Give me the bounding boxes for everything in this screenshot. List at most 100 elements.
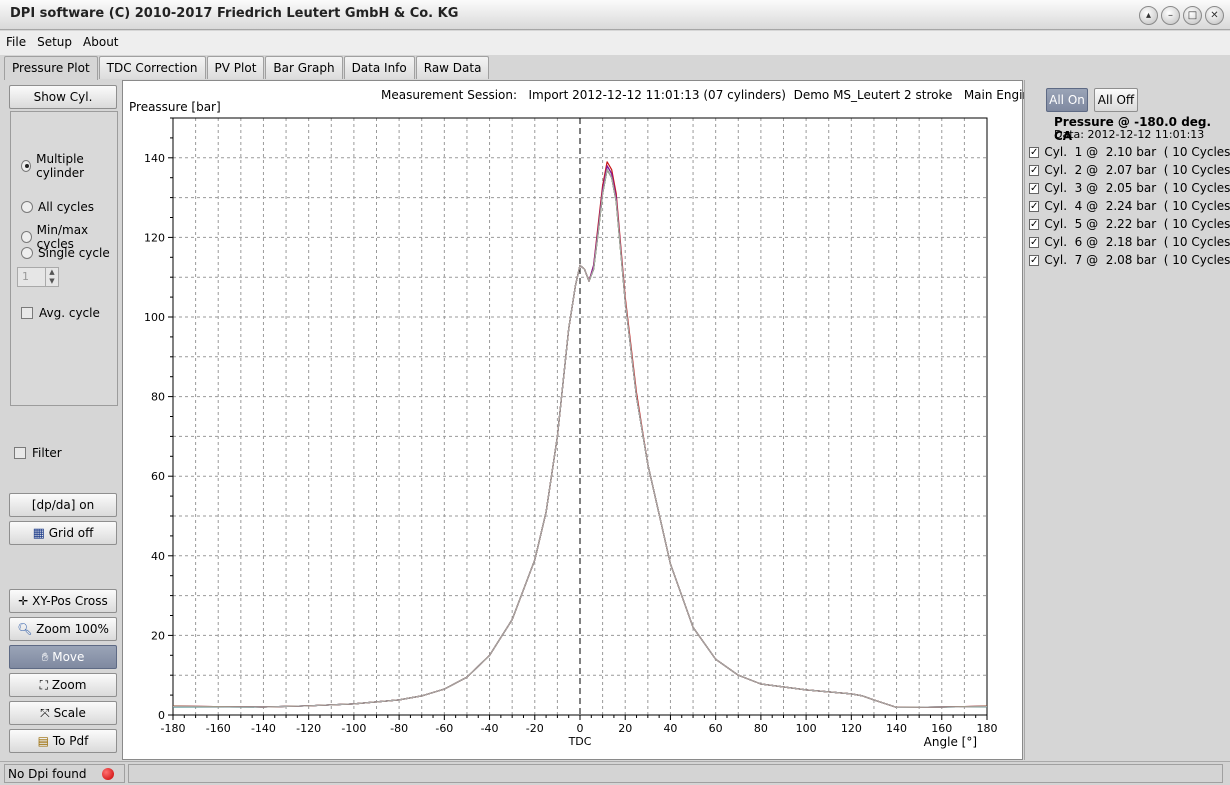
tab-data-info[interactable]: Data Info <box>343 56 415 79</box>
zoom-rect-icon: ⛶ <box>39 678 48 692</box>
pdf-icon: ▤ <box>37 734 49 748</box>
checkbox-icon <box>21 307 33 319</box>
x-tick-label: -20 <box>526 722 544 735</box>
magnifier-icon: 🔍︎ <box>17 622 33 636</box>
all-on-button[interactable]: All On <box>1046 88 1088 112</box>
cylinder-checkbox[interactable]: ✓ <box>1029 254 1040 266</box>
menu-about[interactable]: About <box>77 31 123 49</box>
cylinder-row-4[interactable]: ✓ Cyl. 4 @ 2.24 bar ( 10 Cycles) <box>1026 197 1230 215</box>
grid-off-label: Grid off <box>48 526 94 540</box>
cylinder-label: Cyl. 1 @ 2.10 bar ( 10 Cycles) <box>1044 145 1230 159</box>
x-tick-label: 160 <box>931 722 952 735</box>
cylinder-row-3[interactable]: ✓ Cyl. 3 @ 2.05 bar ( 10 Cycles) <box>1026 179 1230 197</box>
cylinder-row-6[interactable]: ✓ Cyl. 6 @ 2.18 bar ( 10 Cycles) <box>1026 233 1230 251</box>
xy-pos-label: XY-Pos Cross <box>32 594 108 608</box>
x-tick-label: 140 <box>886 722 907 735</box>
cylinder-checkbox[interactable]: ✓ <box>1029 200 1040 212</box>
radio-selected-icon <box>21 160 32 172</box>
crosshair-icon: ✛ <box>18 594 29 608</box>
cylinder-label: Cyl. 6 @ 2.18 bar ( 10 Cycles) <box>1044 235 1230 249</box>
cycle-spinbox[interactable]: 1 ▲ ▼ <box>17 267 59 287</box>
maximize-icon[interactable]: □ <box>1183 6 1202 25</box>
tab-pressure-plot[interactable]: Pressure Plot <box>4 56 98 80</box>
tab-bar: Pressure Plot TDC Correction PV Plot Bar… <box>4 56 490 80</box>
x-tick-label: 60 <box>709 722 723 735</box>
cylinder-label: Cyl. 3 @ 2.05 bar ( 10 Cycles) <box>1044 181 1230 195</box>
x-axis-label: Angle [°] <box>924 735 977 749</box>
window-title: DPI software (C) 2010-2017 Friedrich Leu… <box>10 6 459 21</box>
cylinder-checkbox[interactable]: ✓ <box>1029 164 1040 176</box>
x-tick-label: -60 <box>435 722 453 735</box>
cylinder-row-2[interactable]: ✓ Cyl. 2 @ 2.07 bar ( 10 Cycles) <box>1026 161 1230 179</box>
x-tick-label: 80 <box>754 722 768 735</box>
tab-bar-graph[interactable]: Bar Graph <box>265 56 343 79</box>
cylinder-row-5[interactable]: ✓ Cyl. 5 @ 2.22 bar ( 10 Cycles) <box>1026 215 1230 233</box>
scale-button[interactable]: ⤧ Scale <box>9 701 117 725</box>
avg-cycle-checkbox[interactable]: Avg. cycle <box>21 306 100 320</box>
radio-multiple-cylinder[interactable]: Multiple cylinder <box>21 152 117 180</box>
cylinder-checkbox[interactable]: ✓ <box>1029 218 1040 230</box>
cylinder-checkbox[interactable]: ✓ <box>1029 182 1040 194</box>
y-tick-label: 0 <box>158 709 165 722</box>
plot-area[interactable]: Measurement Session: Import 2012-12-12 1… <box>122 80 1138 760</box>
zoom-button[interactable]: ⛶ Zoom <box>9 673 117 697</box>
right-panel: All On All Off Pressure @ -180.0 deg. CA… <box>1024 80 1230 760</box>
cylinder-label: Cyl. 4 @ 2.24 bar ( 10 Cycles) <box>1044 199 1230 213</box>
to-pdf-label: To Pdf <box>52 734 89 748</box>
status-section: No Dpi found <box>4 764 125 783</box>
dpda-button[interactable]: [dp/da] on <box>9 493 117 517</box>
grid-off-button[interactable]: ▦ Grid off <box>9 521 117 545</box>
title-bar: DPI software (C) 2010-2017 Friedrich Leu… <box>0 0 1230 30</box>
cylinder-row-7[interactable]: ✓ Cyl. 7 @ 2.08 bar ( 10 Cycles) <box>1026 251 1230 269</box>
xy-pos-cross-button[interactable]: ✛ XY-Pos Cross <box>9 589 117 613</box>
y-tick-label: 60 <box>151 470 165 483</box>
spin-arrows-icon[interactable]: ▲ ▼ <box>45 268 58 286</box>
zoom-100-button[interactable]: 🔍︎ Zoom 100% <box>9 617 117 641</box>
menu-setup[interactable]: Setup <box>31 31 77 49</box>
hand-icon: ✋︎ <box>41 650 49 664</box>
tab-pv-plot[interactable]: PV Plot <box>206 56 265 79</box>
y-tick-label: 40 <box>151 550 165 563</box>
cycle-spinbox-value: 1 <box>22 270 29 283</box>
radio-icon <box>21 231 32 243</box>
tab-tdc-correction[interactable]: TDC Correction <box>98 56 206 79</box>
zoom-100-label: Zoom 100% <box>36 622 109 636</box>
x-tick-label: -100 <box>341 722 366 735</box>
x-tick-label: 180 <box>977 722 998 735</box>
radio-label: All cycles <box>38 200 94 214</box>
y-tick-label: 20 <box>151 629 165 642</box>
cycle-options-group: Multiple cylinder All cycles Min/max cyc… <box>10 111 118 406</box>
collapse-icon[interactable]: ▴ <box>1139 6 1158 25</box>
all-off-button[interactable]: All Off <box>1094 88 1138 112</box>
cylinder-checkbox[interactable]: ✓ <box>1029 236 1040 248</box>
menu-file[interactable]: File <box>0 31 31 49</box>
tdc-label: TDC <box>568 735 592 748</box>
move-label: Move <box>52 650 85 664</box>
x-tick-label: -140 <box>251 722 276 735</box>
x-tick-label: 40 <box>663 722 677 735</box>
menu-bar: File Setup About <box>0 31 1230 55</box>
pressure-data-date: Data: 2012-12-12 11:01:13 <box>1054 128 1205 141</box>
red-status-led-icon <box>102 768 114 780</box>
x-tick-label: -160 <box>206 722 231 735</box>
move-button[interactable]: ✋︎ Move <box>9 645 117 669</box>
y-tick-label: 100 <box>144 311 165 324</box>
filter-checkbox[interactable]: Filter <box>14 446 62 460</box>
cylinder-checkbox[interactable]: ✓ <box>1029 146 1040 158</box>
to-pdf-button[interactable]: ▤ To Pdf <box>9 729 117 753</box>
radio-all-cycles[interactable]: All cycles <box>21 200 94 214</box>
pressure-chart[interactable]: 0 20 40 60 80 100 120 140 -180 -160 -140 -120 -100 -8… <box>123 81 1022 759</box>
x-tick-label: -40 <box>481 722 499 735</box>
grid-icon: ▦ <box>32 526 45 541</box>
checkbox-label: Filter <box>32 446 62 460</box>
show-cyl-overlay-button[interactable]: Show Cyl. Overlay <box>9 85 117 126</box>
minimize-icon[interactable]: – <box>1161 6 1180 25</box>
checkbox-icon <box>14 447 26 459</box>
close-icon[interactable]: ✕ <box>1205 6 1224 25</box>
radio-single-cycle[interactable]: Single cycle <box>21 246 110 260</box>
tab-raw-data[interactable]: Raw Data <box>415 56 490 79</box>
checkbox-label: Avg. cycle <box>39 306 100 320</box>
cylinder-row-1[interactable]: ✓ Cyl. 1 @ 2.10 bar ( 10 Cycles) <box>1026 143 1230 161</box>
radio-icon <box>21 247 33 259</box>
window-controls: ▴ – □ ✕ <box>1139 6 1224 25</box>
